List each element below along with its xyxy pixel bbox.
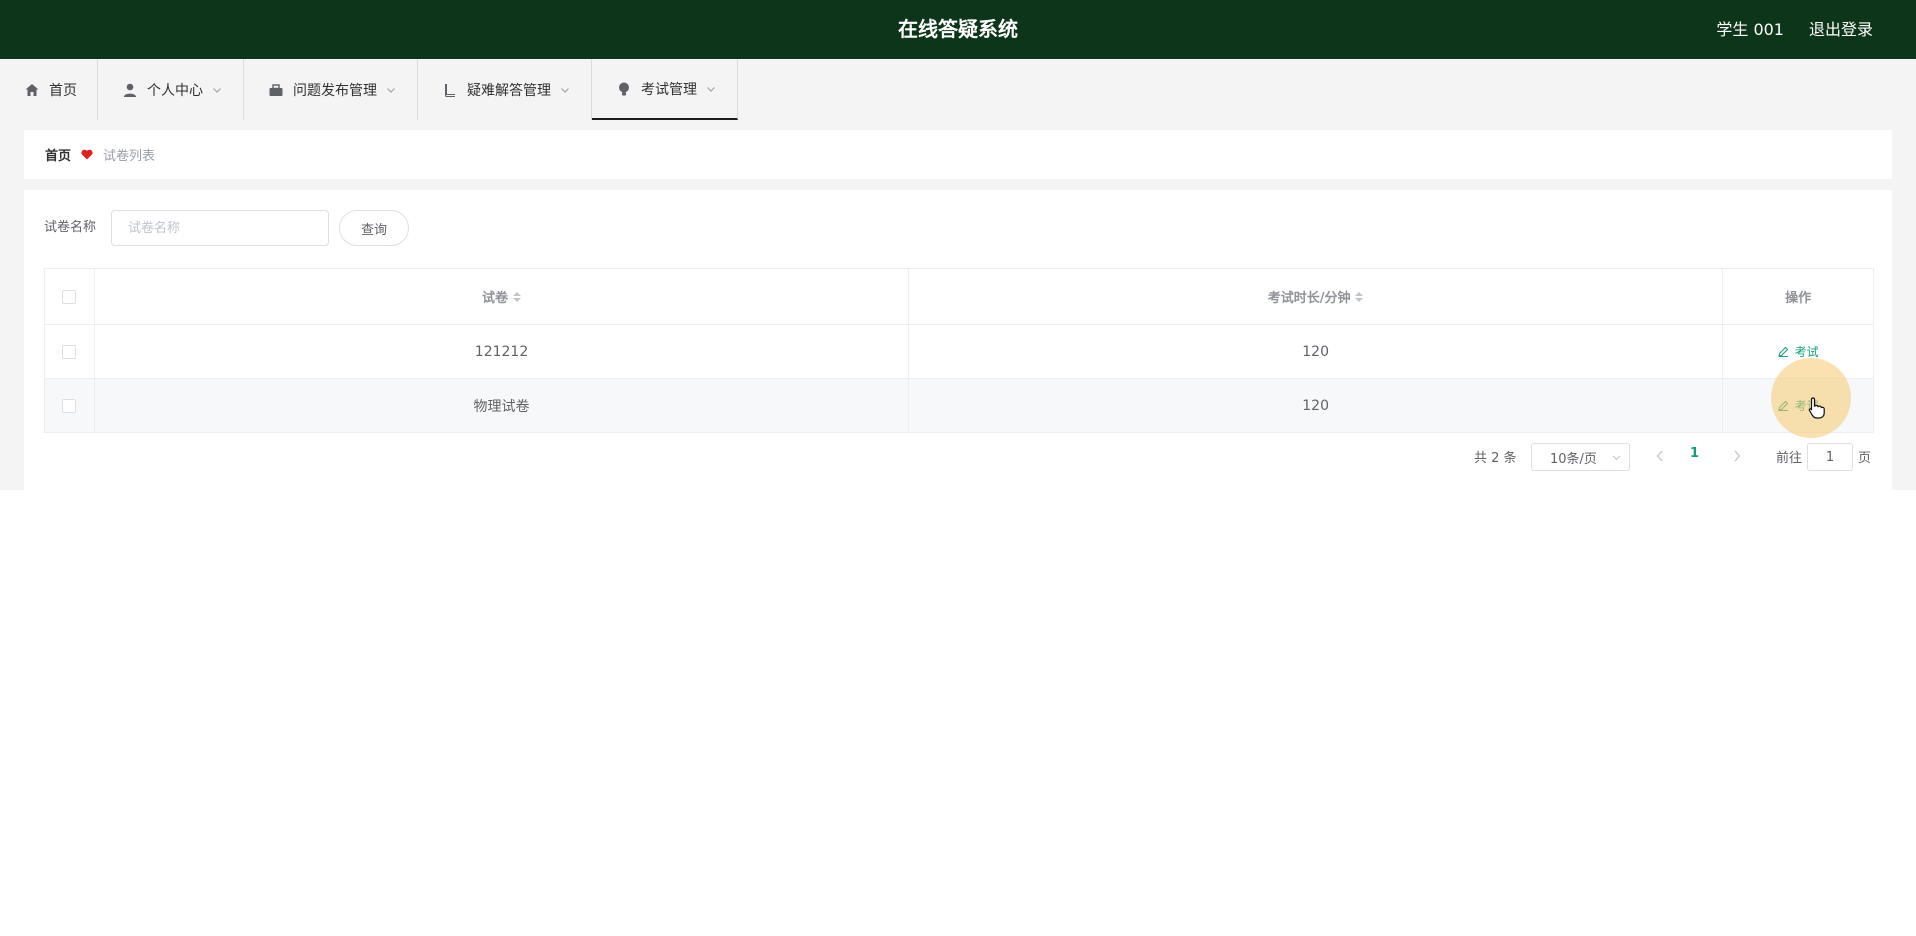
take-exam-label: 考试 [1794,399,1819,413]
chevron-down-icon [386,85,396,95]
take-exam-label: 考试 [1794,345,1819,359]
nav-item-label: 个人中心 [147,82,203,99]
lightbulb-icon [616,81,632,97]
nav-item-personal-center[interactable]: 个人中心 [98,59,244,120]
table-header: 试卷 考试时长/分钟 操作 [45,269,1873,325]
take-exam-button[interactable]: 考试 [1777,343,1819,360]
action-cell: 考试 [1723,325,1873,378]
column-header-name[interactable]: 试卷 [95,269,910,324]
top-header: 在线答疑系统 学生 001 退出登录 [0,0,1916,59]
briefcase-icon [268,82,284,98]
nav-item-question-publish[interactable]: 问题发布管理 [244,59,418,120]
header-checkbox-cell [45,269,95,324]
heart-icon [81,149,93,160]
logout-button[interactable]: 退出登录 [1809,0,1873,59]
row-checkbox[interactable] [62,344,77,359]
edit-icon [1777,346,1789,357]
row-checkbox-cell [45,379,95,432]
search-label: 试卷名称 [44,220,97,235]
exam-duration-cell: 120 [909,379,1724,432]
page-size-value: 10条/页 [1550,451,1597,467]
nav-item-home[interactable]: 首页 [0,59,98,120]
nav-item-label: 考试管理 [641,81,697,98]
goto-label: 前往 [1776,450,1803,466]
nav-item-exam-management[interactable]: 考试管理 [592,59,738,120]
column-label: 试卷 [482,291,509,306]
column-label: 考试时长/分钟 [1267,291,1351,306]
sort-icon[interactable] [1355,291,1364,302]
goto-page-input[interactable] [1807,443,1853,471]
chevron-down-icon [706,84,716,94]
page-suffix: 页 [1858,450,1872,466]
search-input[interactable] [111,210,329,246]
chevron-down-icon [560,85,570,95]
nav-item-qa-management[interactable]: 疑难解答管理 [418,59,592,120]
column-header-duration[interactable]: 考试时长/分钟 [909,269,1724,324]
exam-name-cell: 物理试卷 [95,379,910,432]
user-icon [122,82,138,98]
exam-table: 试卷 考试时长/分钟 操作 121212 120 考试 物理试卷 120 考试 [44,268,1874,433]
take-exam-button[interactable]: 考试 [1777,397,1819,414]
breadcrumb-current: 试卷列表 [103,149,156,164]
chevron-down-icon [1612,453,1621,462]
exam-duration-cell: 120 [909,325,1724,378]
prev-page-icon[interactable] [1654,447,1666,465]
page-number-current[interactable]: 1 [1690,446,1699,461]
next-page-icon[interactable] [1731,447,1743,465]
home-icon [24,82,40,98]
page-size-select[interactable]: 10条/页 [1531,443,1630,471]
main-nav: 首页 个人中心 问题发布管理 疑难解答管理 考试管理 [0,59,1916,120]
nav-item-label: 疑难解答管理 [467,82,551,99]
column-header-actions: 操作 [1723,269,1873,324]
action-cell: 考试 [1723,379,1873,432]
query-button[interactable]: 查询 [339,210,409,246]
edit-icon [1777,400,1789,411]
column-label: 操作 [1785,291,1812,306]
pagination-total: 共 2 条 [1474,450,1517,466]
exam-name-cell: 121212 [95,325,910,378]
nav-item-label: 首页 [49,82,77,99]
row-checkbox-cell [45,325,95,378]
select-all-checkbox[interactable] [62,289,77,304]
current-user: 学生 001 [1716,20,1784,39]
chevron-down-icon [212,85,222,95]
nav-item-label: 问题发布管理 [293,82,377,99]
breadcrumb: 首页 试卷列表 [24,130,1892,179]
table-row: 121212 120 考试 [45,325,1873,379]
breadcrumb-home[interactable]: 首页 [45,145,71,164]
book-icon [442,82,458,98]
row-checkbox[interactable] [62,398,77,413]
sort-icon[interactable] [513,291,522,302]
table-row: 物理试卷 120 考试 [45,379,1873,432]
app-title: 在线答疑系统 [898,17,1018,41]
